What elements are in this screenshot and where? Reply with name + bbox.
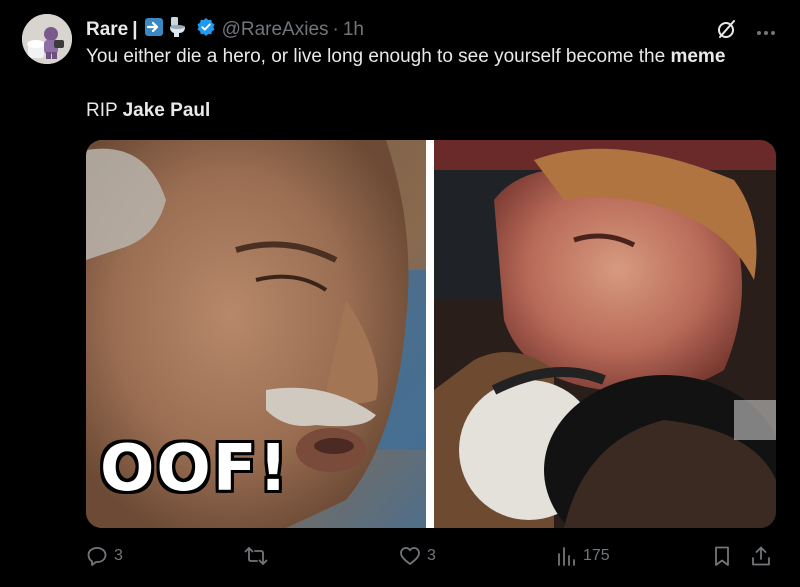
tweet-text-bold: meme	[670, 46, 726, 67]
verified-badge-icon	[196, 17, 216, 43]
views-icon	[555, 545, 577, 567]
toilet-emoji-icon	[168, 16, 188, 44]
arrow-right-emoji-icon	[144, 17, 164, 43]
tweet-text-line-2: RIP Jake Paul	[86, 100, 210, 122]
author-name[interactable]: Rare	[86, 19, 128, 41]
views-button[interactable]: 175	[555, 545, 610, 567]
media-divider	[426, 140, 434, 528]
tweet-media[interactable]: OOF!	[86, 140, 776, 528]
retweet-icon	[244, 545, 268, 567]
retweet-button[interactable]	[244, 545, 274, 567]
avatar[interactable]	[22, 14, 72, 64]
more-icon[interactable]	[756, 23, 776, 41]
bookmark-button[interactable]	[712, 545, 732, 567]
tweet-text-line-1: You either die a hero, or live long enou…	[86, 46, 725, 68]
name-separator: |	[132, 19, 138, 40]
top-actions	[716, 18, 776, 45]
like-count: 3	[427, 547, 436, 564]
media-left-image: OOF!	[86, 140, 426, 528]
tweet-actions: 3 3 175	[86, 545, 776, 573]
views-count: 175	[583, 547, 610, 564]
author-handle[interactable]: @RareAxies	[222, 19, 329, 41]
like-button[interactable]: 3	[399, 545, 436, 567]
media-caption-oof: OOF!	[100, 432, 290, 506]
tweet-text-prefix-2: RIP	[86, 100, 123, 121]
tweet-header: Rare | @RareAxies · 1h	[86, 17, 364, 43]
tweet-text-prefix: You either die a hero, or live long enou…	[86, 46, 671, 67]
tweet[interactable]: Rare | @RareAxies · 1h You either die a …	[0, 0, 800, 587]
bookmark-icon	[712, 545, 732, 567]
share-button[interactable]	[750, 545, 772, 567]
reply-button[interactable]: 3	[86, 545, 123, 567]
tweet-text-bold-2: Jake Paul	[122, 100, 211, 121]
share-icon	[750, 545, 772, 567]
tweet-time[interactable]: 1h	[343, 19, 364, 41]
reply-icon	[86, 545, 108, 567]
media-right-image	[434, 140, 776, 528]
like-icon	[399, 545, 421, 567]
grok-icon[interactable]	[716, 18, 738, 45]
reply-count: 3	[114, 547, 123, 564]
header-dot: ·	[332, 19, 339, 40]
